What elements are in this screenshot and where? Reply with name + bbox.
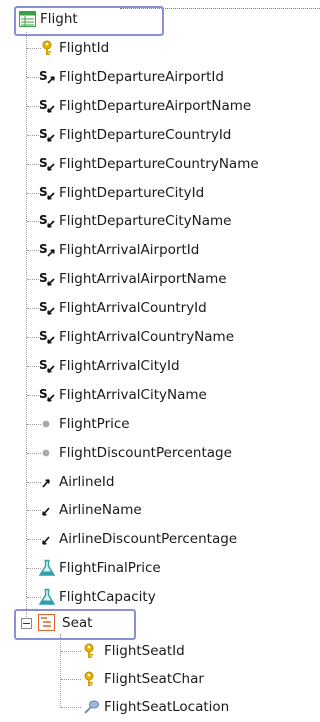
tree-branch xyxy=(27,510,41,511)
attribute-dot-icon xyxy=(40,416,52,439)
tree-branch xyxy=(27,453,41,454)
inferred-arrow-icon xyxy=(40,531,52,554)
svg-text:S: S xyxy=(39,127,48,141)
tree-node-attribute[interactable]: FlightCapacity xyxy=(38,586,310,608)
tree-node-label: Seat xyxy=(62,615,93,631)
tree-branch xyxy=(27,424,41,425)
tree-node-attribute[interactable]: AirlineId xyxy=(40,471,310,493)
tree-node-level-attribute[interactable]: FlightSeatChar xyxy=(82,668,312,690)
tree-node-label: FlightDepartureCountryId xyxy=(59,127,232,143)
tree-node-label: FlightSeatChar xyxy=(104,671,204,687)
tree-node-label: FlightDepartureAirportName xyxy=(59,98,252,114)
tree-branch xyxy=(27,48,41,49)
tree-node-attribute[interactable]: S FlightDepartureAirportName xyxy=(39,95,310,117)
tree-node-attribute[interactable]: AirlineDiscountPercentage xyxy=(40,528,310,550)
tree-node-attribute[interactable]: S FlightArrivalAirportId xyxy=(39,239,310,261)
tree-node-label: FlightArrivalCityName xyxy=(59,387,207,403)
tree-node-attribute[interactable]: S FlightArrivalCityName xyxy=(39,384,310,406)
tree-node-label: FlightArrivalCountryName xyxy=(59,329,235,345)
tree-node-attribute[interactable]: FlightPrice xyxy=(40,413,310,435)
tree-node-label: FlightFinalPrice xyxy=(59,560,161,576)
tree-node-label: FlightCapacity xyxy=(59,589,156,605)
subtype-inferred-icon: S xyxy=(38,271,56,294)
svg-text:S: S xyxy=(39,329,48,343)
tree-node-attribute[interactable]: S FlightArrivalCityId xyxy=(39,355,310,377)
subtype-inferred-icon: S xyxy=(38,387,56,410)
svg-text:S: S xyxy=(39,358,48,372)
svg-text:S: S xyxy=(39,271,48,285)
subtype-inferred-icon: S xyxy=(38,300,56,323)
tree-guide-level xyxy=(60,634,61,708)
domain-pin-icon xyxy=(82,699,100,722)
tree-node-level-attribute[interactable]: FlightSeatLocation xyxy=(82,696,312,718)
subtype-inferred-icon: S xyxy=(38,358,56,381)
formula-flask-icon xyxy=(38,559,56,584)
tree-node-label: FlightSeatLocation xyxy=(104,699,230,715)
tree-node-label: FlightDepartureAirportId xyxy=(59,69,224,85)
attribute-dot-icon xyxy=(40,445,52,468)
tree-node-attribute[interactable]: S FlightDepartureCityId xyxy=(39,182,310,204)
inferred-arrow-icon xyxy=(40,502,52,525)
foreign-key-arrow-icon xyxy=(40,474,52,497)
tree-node-label: Flight xyxy=(40,11,78,27)
tree-node-seat[interactable]: Seat xyxy=(38,612,132,634)
transaction-structure-tree: Flight FlightId S FlightDepartureAirportId… xyxy=(0,0,320,717)
tree-branch xyxy=(27,482,41,483)
svg-text:S: S xyxy=(39,98,48,112)
tree-node-label: FlightArrivalCityId xyxy=(59,358,180,374)
tree-node-attribute[interactable]: FlightFinalPrice xyxy=(38,557,310,579)
tree-node-attribute[interactable]: FlightDiscountPercentage xyxy=(40,442,310,464)
transaction-table-icon xyxy=(19,11,36,27)
subtype-inferred-icon: S xyxy=(38,156,56,179)
tree-node-label: FlightDepartureCountryName xyxy=(59,156,259,172)
svg-text:S: S xyxy=(39,213,48,227)
svg-text:S: S xyxy=(39,242,48,256)
tree-node-label: FlightArrivalCountryId xyxy=(59,300,207,316)
subtype-inferred-icon: S xyxy=(38,127,56,150)
tree-node-label: AirlineDiscountPercentage xyxy=(59,531,238,547)
tree-node-label: FlightArrivalAirportId xyxy=(59,242,200,258)
tree-branch xyxy=(61,651,81,652)
tree-node-label: FlightArrivalAirportName xyxy=(59,271,227,287)
tree-node-label: FlightDepartureCityName xyxy=(59,213,232,229)
tree-node-level-attribute[interactable]: FlightSeatId xyxy=(82,640,312,662)
tree-guide-main xyxy=(26,32,27,623)
tree-node-attribute[interactable]: S FlightDepartureAirportId xyxy=(39,66,310,88)
subtype-inferred-icon: S xyxy=(38,185,56,208)
svg-text:S: S xyxy=(39,185,48,199)
tree-node-label: AirlineName xyxy=(59,502,142,518)
tree-node-label: AirlineId xyxy=(59,474,115,490)
subtransaction-level-icon xyxy=(38,614,55,631)
tree-node-label: FlightDepartureCityId xyxy=(59,185,205,201)
tree-node-attribute[interactable]: S FlightDepartureCountryName xyxy=(39,153,310,175)
key-icon xyxy=(40,40,54,63)
tree-node-attribute[interactable]: AirlineName xyxy=(40,499,310,521)
tree-branch xyxy=(27,539,41,540)
tree-node-attribute[interactable]: FlightId xyxy=(40,37,310,59)
svg-text:S: S xyxy=(39,156,48,170)
key-icon xyxy=(82,643,96,666)
subtype-key-icon: S xyxy=(38,242,56,265)
tree-node-label: FlightId xyxy=(59,40,110,56)
tree-node-label: FlightPrice xyxy=(59,416,130,432)
tree-node-attribute[interactable]: S FlightDepartureCityName xyxy=(39,210,310,232)
key-icon xyxy=(82,671,96,694)
svg-text:S: S xyxy=(39,300,48,314)
subtype-inferred-icon: S xyxy=(38,329,56,352)
tree-node-label: FlightDiscountPercentage xyxy=(59,445,232,461)
subtype-key-icon: S xyxy=(38,69,56,92)
subtype-inferred-icon: S xyxy=(38,98,56,121)
tree-node-attribute[interactable]: S FlightArrivalAirportName xyxy=(39,268,310,290)
tree-node-label: FlightSeatId xyxy=(104,643,185,659)
tree-node-attribute[interactable]: S FlightArrivalCountryId xyxy=(39,297,310,319)
svg-text:S: S xyxy=(39,69,48,83)
tree-branch xyxy=(61,679,81,680)
svg-text:S: S xyxy=(39,387,48,401)
subtype-inferred-icon: S xyxy=(38,213,56,236)
tree-node-flight[interactable]: Flight xyxy=(16,8,160,30)
tree-node-attribute[interactable]: S FlightDepartureCountryId xyxy=(39,124,310,146)
tree-branch xyxy=(61,707,81,708)
tree-node-attribute[interactable]: S FlightArrivalCountryName xyxy=(39,326,310,348)
